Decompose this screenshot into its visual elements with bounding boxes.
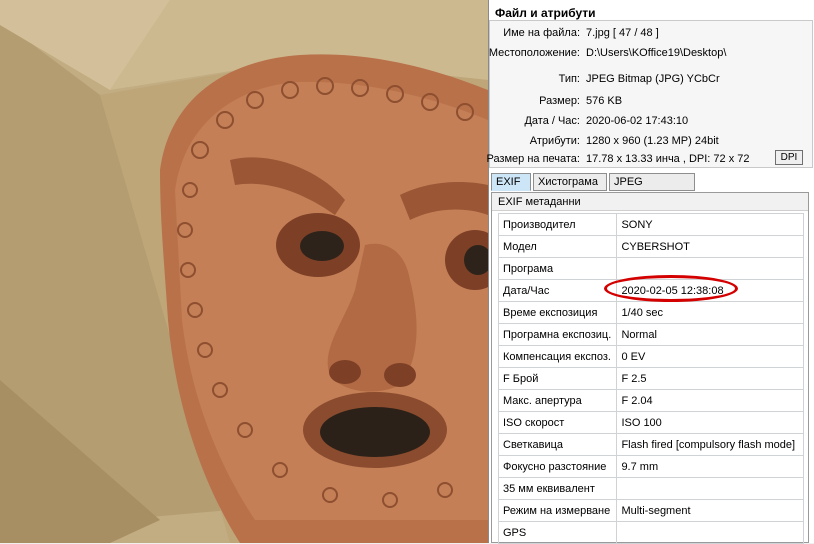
- exif-key: Време експозиция: [497, 301, 618, 324]
- exif-key: Компенсация експоз.: [497, 345, 618, 368]
- exif-value: 2020-02-05 12:38:08: [616, 279, 804, 302]
- info-value: JPEG Bitmap (JPG) YCbCr: [586, 73, 720, 85]
- exif-key: ISO скорост: [497, 411, 618, 434]
- file-attributes-group: Име на файла: 7.jpg [ 47 / 48 ] Местопол…: [486, 20, 813, 168]
- exif-value: SONY: [616, 213, 804, 236]
- table-row: Производител SONY: [497, 213, 804, 236]
- tab-jpeg-comment[interactable]: JPEG коментар: [609, 173, 695, 204]
- info-row-location: Местоположение: D:\Users\KOffice19\Deskt…: [488, 44, 810, 62]
- info-label: Размер на печата:: [486, 153, 580, 165]
- exif-key: Светкавица: [497, 433, 618, 456]
- table-row: Светкавица Flash fired [compulsory flash …: [497, 433, 804, 456]
- exif-key: F Брой: [497, 367, 618, 390]
- exif-header: EXIF метаданни: [492, 193, 808, 211]
- table-row: Фокусно разстояние 9.7 mm: [497, 455, 804, 478]
- exif-value: F 2.04: [616, 389, 804, 412]
- exif-key: Дата/Час: [497, 279, 618, 302]
- info-value: D:\Users\KOffice19\Desktop\: [586, 47, 727, 59]
- table-row: Програмна експозиц. Normal: [497, 323, 804, 346]
- info-value: 7.jpg [ 47 / 48 ]: [586, 27, 659, 39]
- table-row: F Брой F 2.5: [497, 367, 804, 390]
- exif-key: Модел: [497, 235, 618, 258]
- tab-histogram[interactable]: Хистограма: [533, 173, 607, 191]
- exif-key: Фокусно разстояние: [497, 455, 618, 478]
- info-label: Име на файла:: [503, 27, 580, 39]
- table-row: Дата/Час 2020-02-05 12:38:08: [497, 279, 804, 302]
- info-row-size: Размер: 576 KB: [490, 92, 810, 110]
- exif-value: [616, 257, 804, 280]
- exif-key: Производител: [497, 213, 618, 236]
- table-row: Режим на измерване Multi-segment: [497, 499, 804, 522]
- exif-key: Програма: [497, 257, 618, 280]
- table-row: Модел CYBERSHOT: [497, 235, 804, 258]
- exif-value: [616, 521, 804, 544]
- table-row: GPS: [497, 521, 804, 544]
- exif-key: 35 мм еквивалент: [497, 477, 618, 500]
- info-row-datetime: Дата / Час: 2020-06-02 17:43:10: [490, 112, 810, 130]
- exif-metadata-panel: EXIF метаданни Производител SONY Модел CYB…: [491, 192, 809, 544]
- photo-preview: [0, 0, 488, 543]
- info-label: Атрибути:: [529, 135, 580, 147]
- info-value: 1280 x 960 (1.23 MP) 24bit: [586, 135, 719, 147]
- exif-value: ISO 100: [616, 411, 804, 434]
- table-row: Програма: [497, 257, 804, 280]
- exif-value: 9.7 mm: [616, 455, 804, 478]
- exif-table: Производител SONY Модел CYBERSHOT Програма…: [497, 213, 804, 544]
- dpi-button[interactable]: DPI: [775, 150, 803, 165]
- tab-exif[interactable]: EXIF: [491, 173, 531, 191]
- info-row-print-size: Размер на печата: 17.78 x 13.33 инча , D…: [486, 150, 810, 168]
- table-row: Компенсация експоз. 0 EV: [497, 345, 804, 368]
- exif-value: [616, 477, 804, 500]
- info-label: Размер:: [539, 95, 580, 107]
- table-row: Макс. апертура F 2.04: [497, 389, 804, 412]
- info-value: 17.78 x 13.33 инча , DPI: 72 x 72: [586, 153, 750, 165]
- info-row-type: Тип: JPEG Bitmap (JPG) YCbCr: [490, 70, 810, 88]
- exif-key: Програмна експозиц.: [497, 323, 618, 346]
- table-row: 35 мм еквивалент: [497, 477, 804, 500]
- exif-key: Режим на измерване: [497, 499, 618, 522]
- exif-value: 1/40 sec: [616, 301, 804, 324]
- info-label: Тип:: [558, 73, 580, 85]
- exif-key: GPS: [497, 521, 618, 544]
- exif-value: CYBERSHOT: [616, 235, 804, 258]
- info-row-attributes: Атрибути: 1280 x 960 (1.23 MP) 24bit: [490, 132, 810, 150]
- info-label: Местоположение:: [488, 47, 580, 59]
- table-row: Време експозиция 1/40 sec: [497, 301, 804, 324]
- info-row-filename: Име на файла: 7.jpg [ 47 / 48 ]: [490, 24, 810, 42]
- exif-value: Flash fired [compulsory flash mode]: [616, 433, 804, 456]
- section-title: Файл и атрибути: [495, 6, 596, 20]
- info-value: 2020-06-02 17:43:10: [586, 115, 689, 127]
- exif-value: Normal: [616, 323, 804, 346]
- info-label: Дата / Час:: [524, 115, 580, 127]
- file-info-panel: Файл и атрибути Име на файла: 7.jpg [ 47…: [486, 0, 814, 544]
- info-value: 576 KB: [586, 95, 623, 107]
- table-row: ISO скорост ISO 100: [497, 411, 804, 434]
- exif-value: Multi-segment: [616, 499, 804, 522]
- photo-image: [0, 0, 488, 543]
- exif-value: 0 EV: [616, 345, 804, 368]
- exif-value: F 2.5: [616, 367, 804, 390]
- exif-key: Макс. апертура: [497, 389, 618, 412]
